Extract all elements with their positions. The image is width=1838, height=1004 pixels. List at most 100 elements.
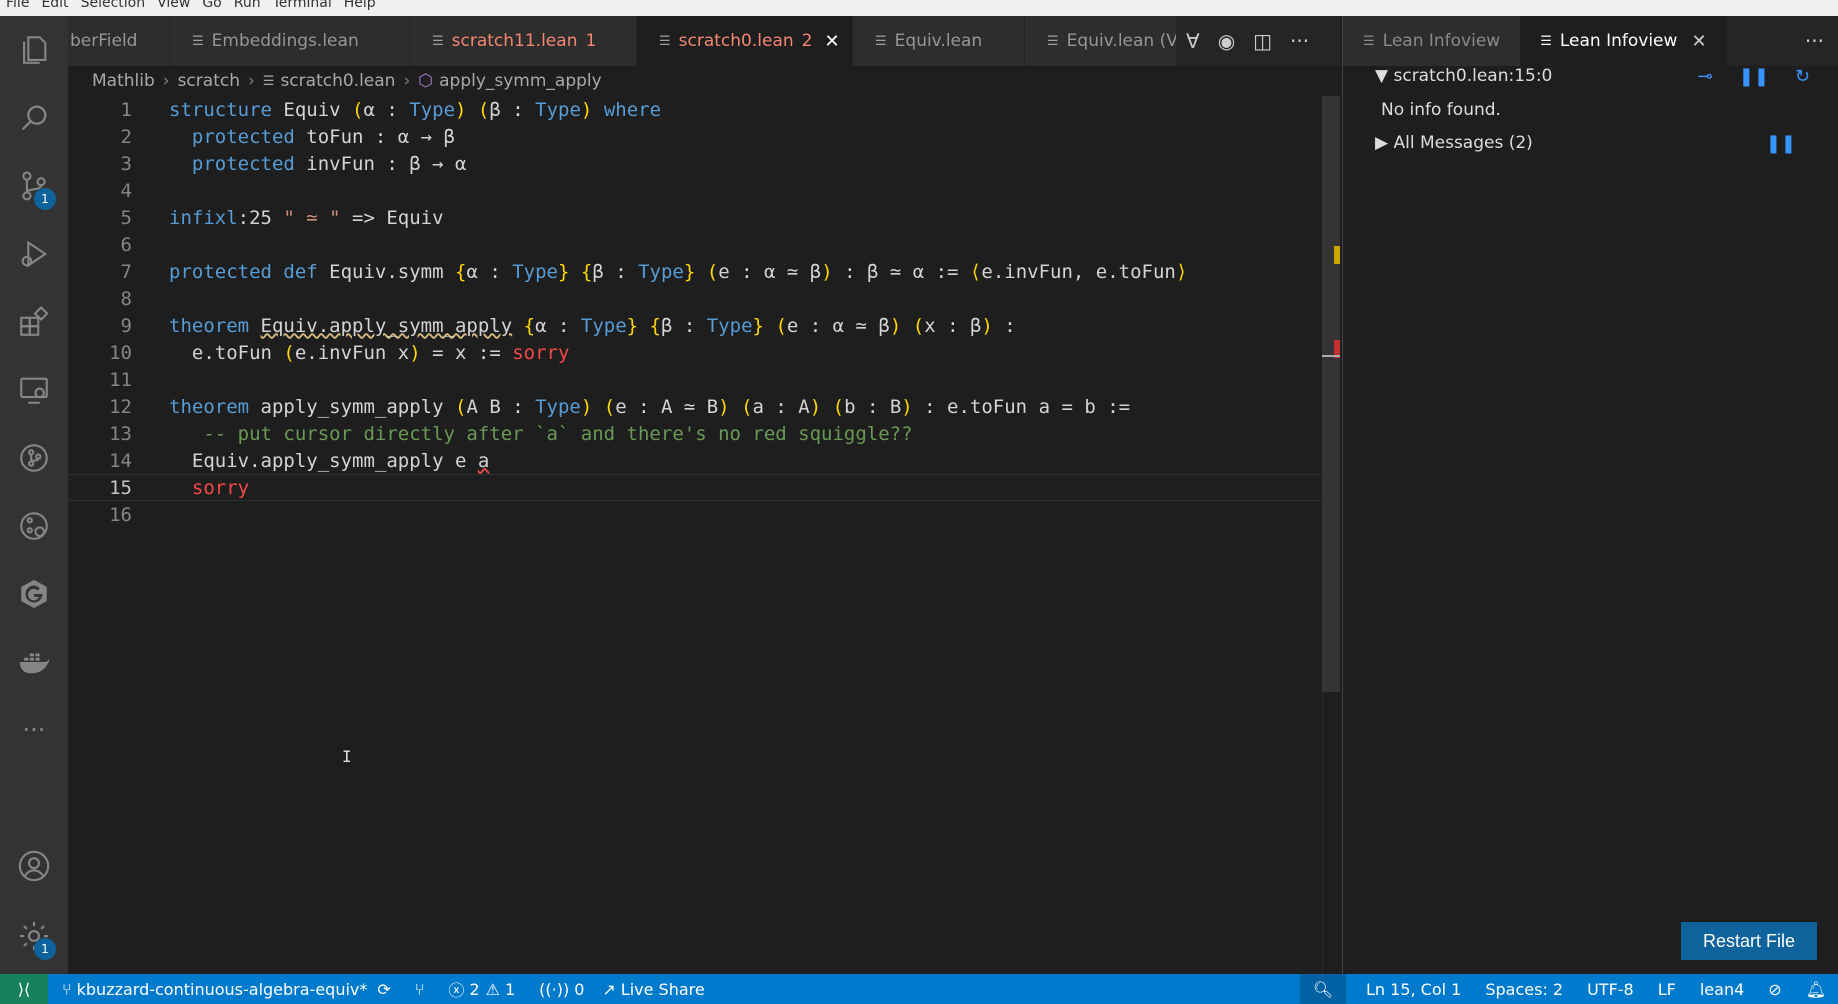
remote-icon[interactable]: ⟩⟨	[0, 974, 48, 1004]
code-line: 5 infixl:25 " ≃ " => Equiv	[68, 204, 1332, 231]
encoding[interactable]: UTF-8	[1587, 980, 1634, 999]
extensions-icon[interactable]	[14, 302, 54, 342]
settings-gear-icon[interactable]: 1	[14, 916, 56, 960]
line-number: 7	[120, 260, 132, 283]
code-line: 7 protected def Equiv.symm {α : Type} {β…	[68, 258, 1332, 285]
tab-scratch0[interactable]: ☰ scratch0.lean 2 ✕	[637, 16, 853, 66]
code-line: 10 e.toFun (e.invFun x) = x := sorry	[68, 339, 1332, 366]
line-number: 16	[109, 503, 132, 526]
live-share-button[interactable]: ↗ Live Share	[602, 980, 704, 999]
close-icon[interactable]: ✕	[824, 31, 839, 52]
gitlens-icon[interactable]	[14, 574, 54, 614]
infoview-tab-bar: ☰ Lean Infoview ☰ Lean Infoview ✕ ···	[1343, 16, 1838, 66]
code-editor[interactable]: 1 structure Equiv (α : Type) (β : Type) …	[68, 96, 1340, 974]
branch-indicator[interactable]: ⑂ kbuzzard-continuous-algebra-equiv* ⟳	[62, 980, 391, 999]
search-icon[interactable]	[14, 98, 54, 138]
git-graph-status-icon[interactable]: ⑂	[415, 980, 425, 999]
tab-label: Lean Infoview	[1382, 31, 1501, 51]
cursor-position[interactable]: Ln 15, Col 1	[1366, 980, 1461, 999]
all-messages-toggle[interactable]: ▶ All Messages (2)	[1375, 133, 1533, 153]
lean-logo-icon[interactable]: ◉	[1218, 29, 1235, 53]
git-graph-icon[interactable]	[14, 438, 54, 478]
tab-problem-count: 2	[801, 31, 813, 51]
tab-lean-infoview-1[interactable]: ☰ Lean Infoview	[1343, 16, 1521, 66]
tab-label: Embeddings.lean	[211, 31, 359, 51]
symbol-cube-icon: ⬡	[418, 71, 434, 91]
language-mode[interactable]: lean4	[1700, 980, 1744, 999]
breadcrumb-file[interactable]: scratch0.lean	[280, 71, 395, 91]
line-number: 8	[120, 287, 132, 310]
docker-icon[interactable]	[14, 642, 54, 682]
breadcrumb-mathlib[interactable]: Mathlib	[92, 71, 155, 91]
file-icon: ☰	[875, 33, 887, 49]
lean-forall-icon[interactable]: ∀	[1186, 29, 1200, 53]
refresh-icon[interactable]: ↻	[1795, 66, 1810, 87]
line-number: 6	[120, 233, 132, 256]
split-editor-icon[interactable]: ◫	[1253, 29, 1272, 53]
code-text: sorry	[191, 476, 250, 499]
explorer-icon[interactable]	[14, 30, 54, 70]
scm-badge: 1	[34, 188, 56, 210]
code-line: 4	[68, 177, 1332, 204]
line-ending[interactable]: LF	[1658, 980, 1676, 999]
more-icon[interactable]: ···	[14, 710, 54, 750]
breadcrumb-scratch[interactable]: scratch	[178, 71, 240, 91]
close-icon[interactable]: ✕	[1691, 31, 1706, 52]
zoom-icon[interactable]: 🔍︎	[1300, 974, 1346, 1004]
notifications-bell-icon[interactable]: 🔔︎	[1806, 980, 1826, 999]
warning-count: 1	[504, 979, 516, 999]
menu-terminal[interactable]: Terminal	[273, 0, 332, 11]
tab-scratch11[interactable]: ☰ scratch11.lean 1	[410, 16, 637, 66]
tab-equiv[interactable]: ☰ Equiv.lean	[853, 16, 1025, 66]
code-text: structure Equiv (α : Type) (β : Type) wh…	[169, 98, 662, 121]
feedback-icon[interactable]: ⊘	[1768, 980, 1781, 999]
more-actions-icon[interactable]: ···	[1290, 29, 1309, 53]
restart-file-button[interactable]: Restart File	[1681, 922, 1817, 960]
menu-go[interactable]: Go	[202, 0, 221, 11]
menu-selection[interactable]: Selection	[81, 0, 146, 11]
pin-icon[interactable]: ⊸	[1698, 66, 1713, 87]
menu-view[interactable]: View	[157, 0, 190, 11]
account-icon[interactable]	[14, 846, 54, 886]
menu-run[interactable]: Run	[234, 0, 261, 11]
code-text: e.toFun (e.invFun x) = x := sorry	[169, 341, 570, 364]
menu-help[interactable]: Help	[344, 0, 376, 11]
line-number: 11	[109, 368, 132, 391]
status-bar: ⟩⟨ ⑂ kbuzzard-continuous-algebra-equiv* …	[0, 974, 1838, 1004]
line-number: 1	[120, 98, 132, 121]
chevron-right-icon: ›	[403, 71, 411, 91]
tab-fiberfield[interactable]: berField	[68, 16, 170, 66]
file-icon: ☰	[1363, 33, 1375, 49]
goal-position-header[interactable]: ▼ scratch0.lean:15:0	[1375, 66, 1552, 86]
editor-scrollbar-thumb[interactable]	[1322, 96, 1340, 692]
ibeam-cursor-icon: I	[342, 747, 352, 766]
indentation[interactable]: Spaces: 2	[1485, 980, 1563, 999]
more-actions-icon[interactable]: ···	[1805, 16, 1838, 66]
file-icon: ☰	[1047, 33, 1059, 49]
run-debug-icon[interactable]	[14, 234, 54, 274]
code-line: 13 -- put cursor directly after `a` and …	[68, 420, 1332, 447]
tab-equiv-v[interactable]: ☰ Equiv.lean (V	[1025, 16, 1185, 66]
tab-embeddings[interactable]: ☰ Embeddings.lean	[170, 16, 410, 66]
menu-edit[interactable]: Edit	[41, 0, 68, 11]
pause-icon[interactable]: ❚❚	[1739, 66, 1769, 87]
line-number: 2	[120, 125, 132, 148]
menu-file[interactable]: File	[6, 0, 29, 11]
activity-bar: 1 ··· 1	[0, 16, 68, 974]
code-text: theorem Equiv.apply_symm_apply {α : Type…	[169, 314, 1016, 337]
source-control-icon[interactable]: 1	[14, 166, 56, 210]
problems-indicator[interactable]: ⓧ 2 ⚠ 1	[448, 977, 515, 1001]
error-icon: ⓧ	[448, 981, 465, 1000]
ports-indicator[interactable]: ((·)) 0	[539, 980, 584, 999]
git-history-icon[interactable]	[14, 506, 54, 546]
breadcrumb-symbol[interactable]: apply_symm_apply	[439, 71, 602, 91]
remote-explorer-icon[interactable]	[14, 370, 54, 410]
line-number: 12	[109, 395, 132, 418]
cursor-marker	[1322, 355, 1340, 357]
file-icon: ☰	[192, 33, 204, 49]
chevron-right-icon: ›	[247, 71, 255, 91]
tab-label: scratch11.lean	[451, 31, 578, 51]
tab-lean-infoview-2[interactable]: ☰ Lean Infoview ✕	[1520, 16, 1727, 66]
pause-icon[interactable]: ❚❚	[1766, 133, 1796, 154]
sync-icon[interactable]: ⟳	[377, 980, 390, 999]
